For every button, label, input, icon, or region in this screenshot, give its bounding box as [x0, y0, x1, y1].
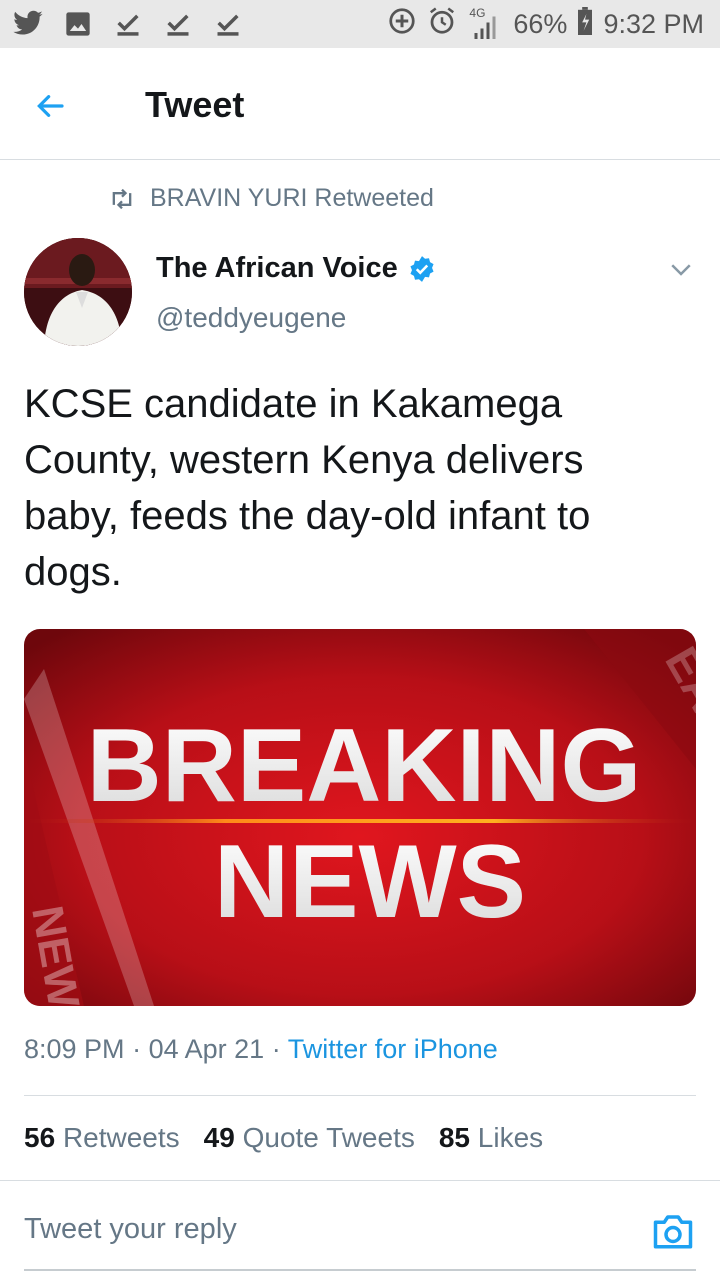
alarm-icon: [427, 6, 457, 43]
likes-label: Likes: [477, 1122, 544, 1153]
engagement-stats: 56 Retweets 49 Quote Tweets 85 Likes: [24, 1122, 543, 1154]
notification-icons: [12, 8, 244, 40]
back-button[interactable]: [32, 86, 80, 126]
status-bar: 4G 66% 9:32 PM: [0, 0, 720, 48]
author-handle[interactable]: @teddyeugene: [156, 302, 346, 334]
gallery-icon: [62, 8, 94, 40]
likes-stat[interactable]: 85 Likes: [439, 1122, 543, 1154]
download-done-icon: [212, 8, 244, 40]
author-name-text: The African Voice: [156, 252, 398, 284]
retweets-count: 56: [24, 1122, 56, 1153]
back-arrow-icon: [37, 95, 64, 117]
retweeted-by-label: BRAVIN YURI Retweeted: [150, 184, 434, 212]
data-saver-icon: [387, 6, 417, 43]
meta-separator: ·: [132, 1034, 142, 1064]
breaking-text: BREAKING: [87, 708, 642, 824]
tweet-media[interactable]: EAKIN NEWS BREAKING NEWS: [24, 629, 696, 1006]
meta-separator: ·: [271, 1034, 281, 1064]
download-done-icon: [112, 8, 144, 40]
tweet-meta: 8:09 PM · 04 Apr 21 · Twitter for iPhone: [24, 1034, 498, 1065]
verified-badge-icon: [410, 255, 434, 282]
retweets-label: Retweets: [62, 1122, 180, 1153]
reply-underline: [24, 1269, 696, 1271]
tweet-text: KCSE candidate in Kakamega County, weste…: [24, 382, 591, 594]
quotes-label: Quote Tweets: [242, 1122, 415, 1153]
quotes-count: 49: [203, 1122, 235, 1153]
page-title: Tweet: [145, 84, 245, 125]
battery-percent: 66%: [513, 9, 568, 39]
app-header: Tweet: [0, 48, 720, 160]
retweet-context[interactable]: BRAVIN YURI Retweeted: [108, 184, 434, 213]
news-text: NEWS: [214, 824, 526, 940]
tweet-date: 04 Apr 21: [148, 1034, 265, 1064]
reply-input[interactable]: Tweet your reply: [24, 1213, 237, 1246]
tweet-source-link[interactable]: Twitter for iPhone: [288, 1034, 498, 1064]
quotes-stat[interactable]: 49 Quote Tweets: [204, 1122, 415, 1154]
divider: [24, 1095, 696, 1096]
likes-count: 85: [438, 1122, 471, 1153]
system-indicators: 4G 66% 9:32 PM: [387, 6, 704, 43]
reply-bar: Tweet your reply: [0, 1180, 720, 1280]
retweet-icon: [112, 188, 132, 209]
download-done-icon: [162, 8, 194, 40]
retweets-stat[interactable]: 56 Retweets: [24, 1122, 180, 1154]
author-name[interactable]: The African Voice: [156, 252, 436, 285]
camera-button[interactable]: [652, 1211, 694, 1251]
battery-icon: [577, 7, 593, 42]
chevron-down-icon: [671, 264, 691, 276]
tweet-time: 8:09 PM: [24, 1034, 125, 1064]
clock: 9:32 PM: [603, 9, 704, 39]
twitter-icon: [12, 8, 44, 40]
more-options-button[interactable]: [666, 254, 696, 284]
signal-icon: 4G: [467, 6, 503, 40]
avatar[interactable]: [24, 238, 132, 346]
camera-icon: [653, 1215, 693, 1249]
